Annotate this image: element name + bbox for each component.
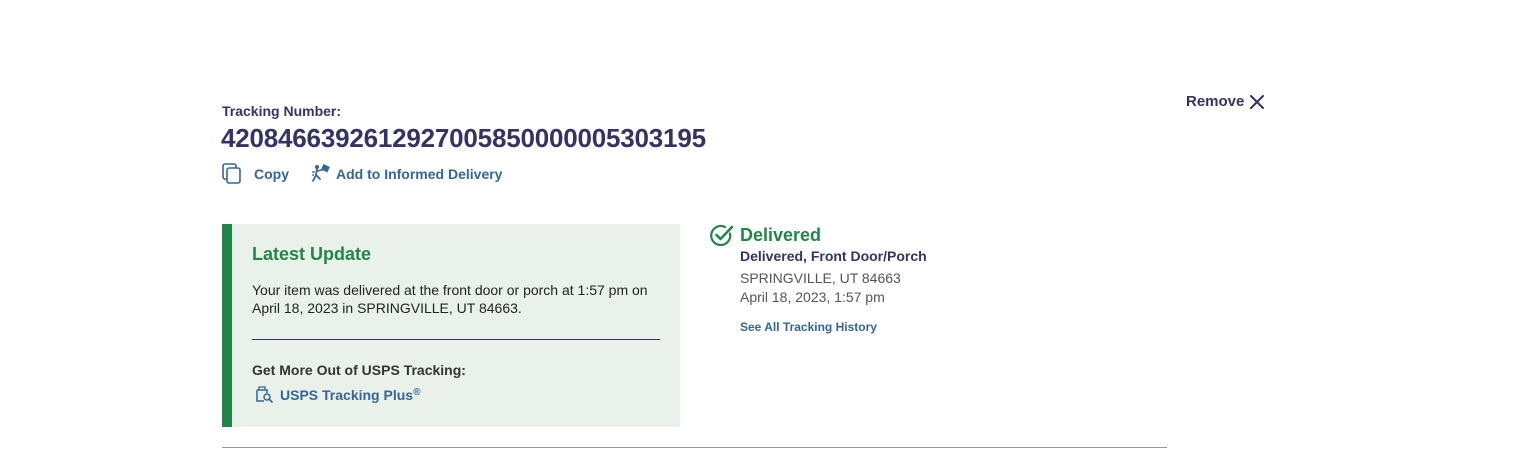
delivery-status: Delivered Delivered, Front Door/Porch SP… xyxy=(710,224,927,334)
section-divider xyxy=(222,447,1167,448)
tracking-number-label: Tracking Number: xyxy=(222,103,342,119)
status-title: Delivered xyxy=(740,225,822,245)
latest-update-accent-bar xyxy=(222,224,232,427)
close-icon xyxy=(1250,94,1265,109)
status-datetime: April 18, 2023, 1:57 pm xyxy=(740,289,885,305)
latest-update-text: Your item was delivered at the front doo… xyxy=(252,282,648,316)
usps-tracking-plus-link[interactable]: USPS Tracking Plus ® xyxy=(254,385,420,404)
tracking-result-page: Tracking Number: 42084663926129270058500… xyxy=(0,0,1523,470)
copy-button[interactable]: Copy xyxy=(222,163,289,185)
informed-delivery-label: Add to Informed Delivery xyxy=(336,166,503,182)
more-tracking-title: Get More Out of USPS Tracking: xyxy=(252,362,466,378)
registered-mark: ® xyxy=(413,387,421,398)
tracking-actions: Copy Add to Informed Delivery xyxy=(222,160,502,188)
latest-update-panel: Latest Update Your item was delivered at… xyxy=(222,224,680,427)
informed-delivery-icon xyxy=(311,164,331,184)
see-all-tracking-history-link[interactable]: See All Tracking History xyxy=(740,320,877,334)
tracking-plus-icon xyxy=(254,385,273,404)
remove-button[interactable]: Remove xyxy=(1186,93,1265,110)
copy-label: Copy xyxy=(254,166,289,182)
add-to-informed-delivery-button[interactable]: Add to Informed Delivery xyxy=(311,164,502,184)
latest-update-title: Latest Update xyxy=(252,244,372,264)
status-detail: Delivered, Front Door/Porch xyxy=(740,248,927,264)
status-header: Delivered xyxy=(710,224,821,247)
copy-icon xyxy=(222,163,242,185)
remove-label: Remove xyxy=(1186,93,1245,110)
check-circle-icon xyxy=(710,224,735,247)
status-location: SPRINGVILLE, UT 84663 xyxy=(740,270,901,286)
latest-update-divider xyxy=(252,339,660,340)
tracking-number: 420846639261292700585000000530319​5 xyxy=(221,123,706,153)
tracking-plus-label: USPS Tracking Plus xyxy=(280,386,414,403)
